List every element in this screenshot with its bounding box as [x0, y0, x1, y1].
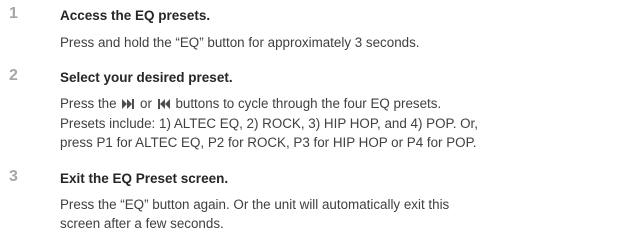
step-title: Select your desired preset. — [60, 70, 233, 85]
instruction-line: screen after a few seconds. — [60, 216, 224, 231]
skip-back-icon — [157, 95, 170, 114]
instruction-line: Presets include: 1) ALTEC EQ, 2) ROCK, 3… — [60, 116, 479, 131]
step-instructions: Press and hold the “EQ” button for appro… — [60, 33, 625, 52]
step-title: Access the EQ presets. — [60, 8, 211, 23]
step-number: 1 — [9, 5, 18, 22]
instruction-text: Press the — [60, 96, 117, 111]
step-title: Exit the EQ Preset screen. — [60, 171, 229, 186]
instruction-text: buttons to cycle through the four EQ pre… — [175, 96, 442, 111]
instruction-line: Press the or buttons to cycle through th… — [60, 94, 625, 114]
step-number: 2 — [9, 67, 18, 84]
instruction-line: press P1 for ALTEC EQ, P2 for ROCK, P3 f… — [60, 135, 477, 150]
instruction-line: Press the “EQ” button again. Or the unit… — [60, 197, 450, 212]
instruction-text: or — [140, 96, 152, 111]
step-number: 3 — [9, 168, 18, 185]
instruction-line: Press and hold the “EQ” button for appro… — [60, 35, 420, 50]
skip-forward-icon — [122, 95, 135, 114]
step-instructions: Press the “EQ” button again. Or the unit… — [60, 195, 625, 233]
step-instructions: Press the or buttons to cycle through th… — [60, 94, 625, 152]
